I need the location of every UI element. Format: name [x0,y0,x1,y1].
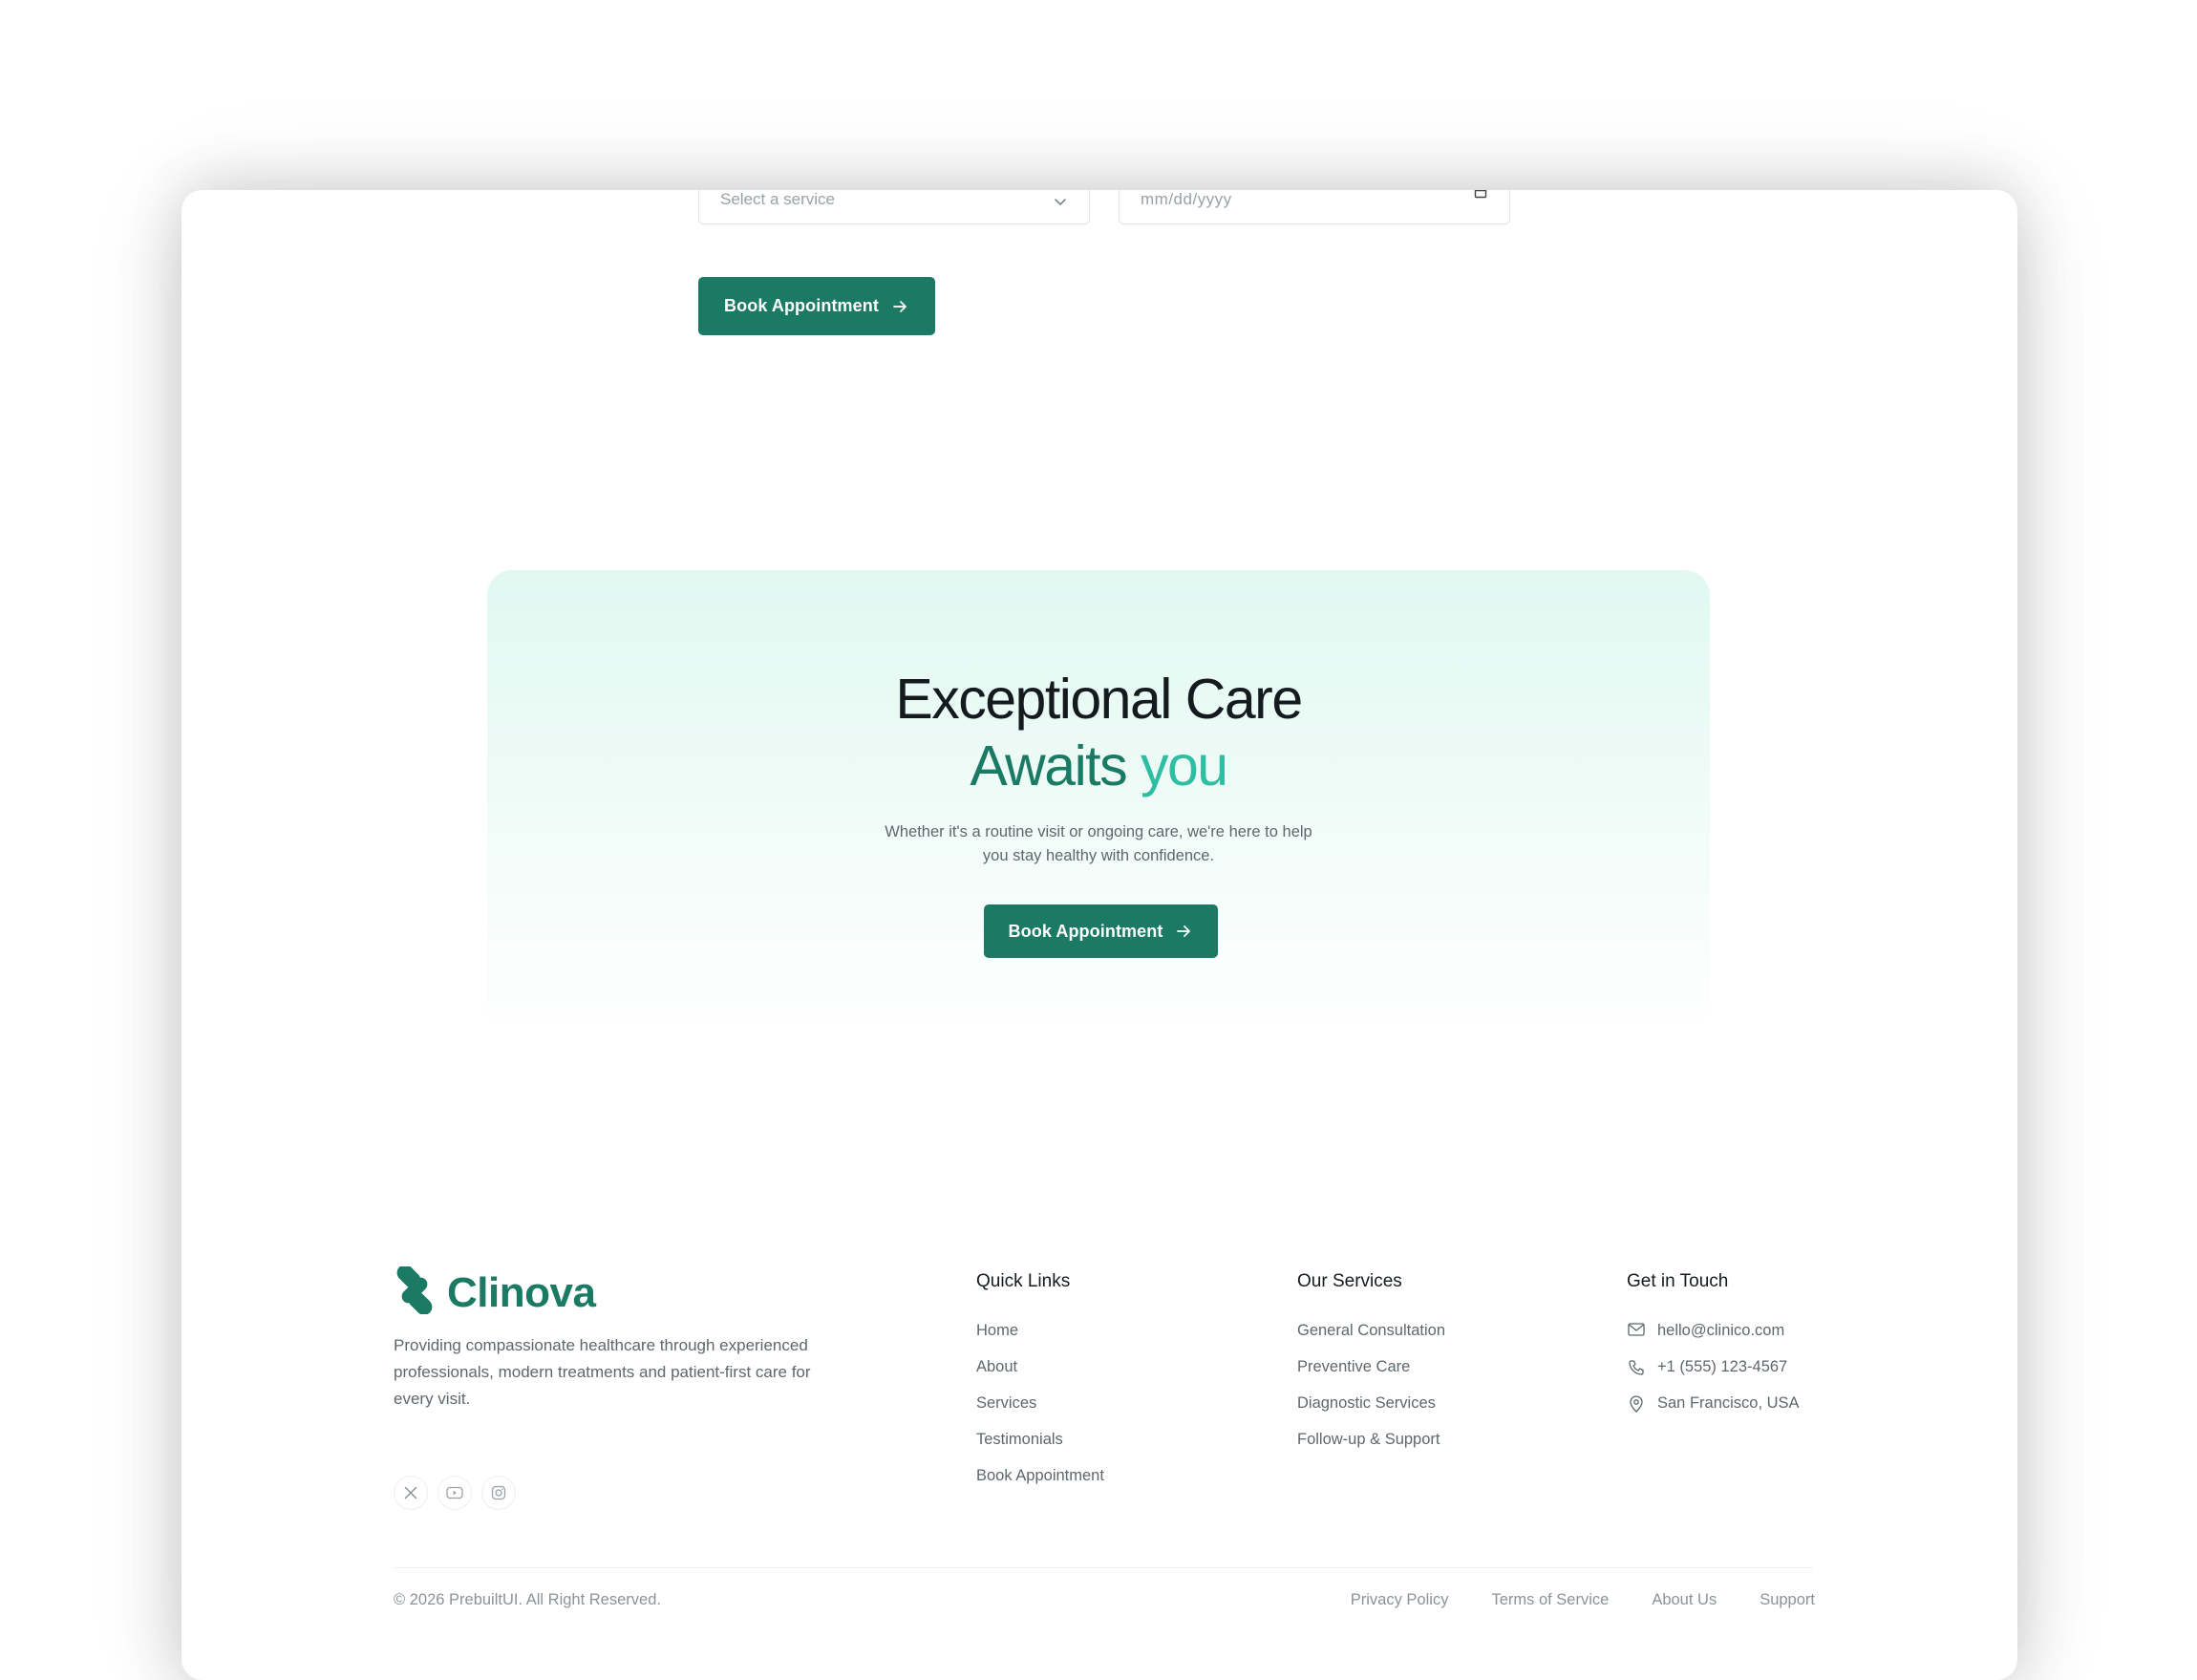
cta-title: Exceptional Care [895,668,1303,731]
contact-location-text: San Francisco, USA [1657,1394,1800,1412]
contact-phone[interactable]: +1 (555) 123-4567 [1627,1358,1800,1394]
privacy-policy-link[interactable]: Privacy Policy [1351,1591,1449,1609]
services-list: General Consultation Preventive Care Dia… [1297,1322,1445,1467]
phone-icon [1627,1359,1646,1376]
footer-link-about[interactable]: About [976,1358,1104,1394]
date-input[interactable]: mm/dd/yyyy [1119,190,1510,224]
footer-divider [394,1567,1813,1568]
contact-list: hello@clinico.com +1 (555) 123-4567 San … [1627,1322,1800,1431]
legal-links: Privacy Policy Terms of Service About Us… [1351,1591,1815,1609]
arrow-right-icon [1174,922,1193,941]
service-link-preventive-care[interactable]: Preventive Care [1297,1358,1445,1394]
contact-email-text: hello@clinico.com [1657,1322,1785,1339]
contact-phone-text: +1 (555) 123-4567 [1657,1358,1788,1375]
cta-section: Exceptional Care Awaits you Whether it's… [487,570,1710,1038]
youtube-icon[interactable] [437,1476,472,1510]
copyright-text: © 2026 PrebuiltUI. All Right Reserved. [394,1591,661,1608]
cta-book-appointment-button[interactable]: Book Appointment [984,904,1218,958]
support-link[interactable]: Support [1760,1591,1815,1609]
quick-links-title: Quick Links [976,1271,1071,1291]
service-link-diagnostic-services[interactable]: Diagnostic Services [1297,1394,1445,1431]
clinova-logo-icon [394,1265,436,1319]
brand-description: Providing compassionate healthcare throu… [394,1336,811,1408]
footer-link-book-appointment[interactable]: Book Appointment [976,1467,1104,1503]
cta-button-label: Book Appointment [1008,921,1163,941]
mail-icon [1627,1323,1646,1336]
footer-logo[interactable]: Clinova [394,1265,596,1319]
quick-links-list: Home About Services Testimonials Book Ap… [976,1322,1104,1503]
cta-subtitle: Whether it's a routine visit or ongoing … [885,823,1312,864]
contact-email[interactable]: hello@clinico.com [1627,1322,1800,1358]
terms-of-service-link[interactable]: Terms of Service [1491,1591,1609,1609]
chevron-down-icon [1053,194,1068,209]
browser-frame: Select a service mm/dd/yyyy Book Appoint… [181,190,2017,1680]
get-in-touch-title: Get in Touch [1627,1271,1729,1291]
book-appointment-label: Book Appointment [724,296,879,315]
contact-location[interactable]: San Francisco, USA [1627,1394,1800,1431]
service-select-placeholder: Select a service [720,190,835,208]
calendar-icon[interactable] [1473,190,1488,200]
our-services-title: Our Services [1297,1271,1402,1291]
service-link-follow-up-support[interactable]: Follow-up & Support [1297,1431,1445,1467]
service-link-general-consultation[interactable]: General Consultation [1297,1322,1445,1358]
brand-name: Clinova [447,1268,596,1316]
book-appointment-form-button[interactable]: Book Appointment [698,277,935,335]
footer-link-services[interactable]: Services [976,1394,1104,1431]
arrow-right-icon [890,297,909,316]
cta-title-word-awaits: Awaits [970,734,1127,797]
cta-title-word-you: you [1140,734,1228,797]
x-icon[interactable] [394,1476,428,1510]
instagram-icon[interactable] [481,1476,516,1510]
footer-link-testimonials[interactable]: Testimonials [976,1431,1104,1467]
social-links [394,1476,516,1510]
date-input-placeholder: mm/dd/yyyy [1141,190,1232,208]
map-pin-icon [1627,1395,1646,1413]
cta-title-highlight: Awaits you [487,733,1710,799]
service-select[interactable]: Select a service [698,190,1090,224]
footer-link-home[interactable]: Home [976,1322,1104,1358]
page-background: Select a service mm/dd/yyyy Book Appoint… [0,0,2197,1680]
about-us-link[interactable]: About Us [1652,1591,1717,1609]
